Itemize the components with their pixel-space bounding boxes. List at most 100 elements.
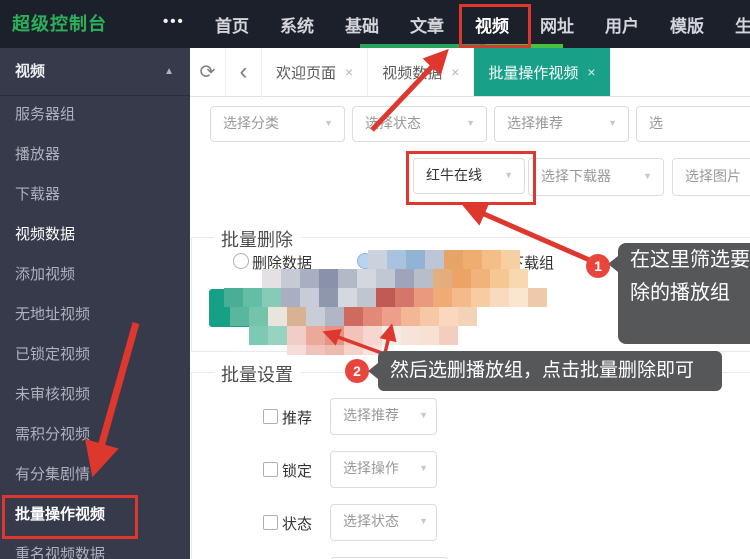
nav-item-基础[interactable]: 基础	[345, 12, 379, 37]
sidebar-item-添加视频[interactable]: 添加视频	[0, 255, 190, 295]
mosaic-pixel	[528, 288, 547, 307]
checkbox-推荐[interactable]	[263, 409, 278, 424]
mosaic-pixel	[287, 326, 306, 345]
image-select[interactable]: 选择图片	[672, 158, 750, 196]
back-chevron-icon[interactable]: ‹	[226, 48, 262, 99]
nav-item-模版[interactable]: 模版	[670, 12, 704, 37]
mosaic-pixel	[444, 250, 463, 269]
tab-批量操作视频[interactable]: 批量操作视频×	[474, 48, 610, 96]
mosaic-pixel	[414, 288, 433, 307]
filter-select-1[interactable]: 选择分类▼	[210, 106, 345, 142]
mosaic-pixel	[439, 307, 458, 326]
mosaic-pixel	[344, 345, 363, 355]
collapse-up-icon[interactable]: ▲	[164, 48, 174, 95]
mosaic-pixel	[344, 326, 363, 345]
checkbox-label-锁定: 锁定	[282, 460, 312, 481]
chevron-down-icon: ▼	[419, 505, 428, 538]
radio-删除数据[interactable]	[233, 253, 249, 269]
filter-select-2[interactable]: 选择状态▼	[352, 106, 487, 142]
mosaic-pixel	[300, 269, 319, 288]
set-select-状态[interactable]: 选择状态 ▼	[330, 504, 437, 541]
app-logo: 超级控制台	[12, 0, 107, 48]
chevron-down-icon: ▼	[419, 399, 428, 432]
mosaic-pixel	[306, 345, 325, 355]
mosaic-pixel	[325, 326, 344, 345]
top-menu: 首页 系统 基础 文章 视频 网址 用户 模版 生成	[215, 0, 750, 48]
chevron-down-icon: ▼	[504, 159, 513, 191]
filter-select-4[interactable]: 选▼	[636, 106, 750, 142]
refresh-icon[interactable]: ⟳	[190, 48, 226, 96]
mosaic-pixel	[306, 326, 325, 345]
sidebar-item-需积分视频[interactable]: 需积分视频	[0, 415, 190, 455]
sidebar-item-视频数据[interactable]: 视频数据	[0, 215, 190, 255]
sidebar: 视频 ▲ 服务器组播放器下载器视频数据添加视频无地址视频已锁定视频未审核视频需积…	[0, 48, 190, 559]
playgroup-select[interactable]: 红牛在线 ▼	[413, 158, 525, 194]
mosaic-pixel	[249, 326, 268, 345]
sidebar-item-重名视频数据[interactable]: 重名视频数据	[0, 535, 190, 559]
mosaic-pixel	[300, 288, 319, 307]
mosaic-pixel	[471, 288, 490, 307]
nav-item-用户[interactable]: 用户	[605, 12, 639, 37]
tab-close-icon[interactable]: ×	[451, 64, 459, 80]
top-navbar: 超级控制台 ••• 首页 系统 基础 文章 视频 网址 用户 模版 生成	[0, 0, 750, 48]
sidebar-item-播放器[interactable]: 播放器	[0, 135, 190, 175]
set-select-锁定[interactable]: 选择操作▼	[330, 451, 437, 488]
mosaic-pixel	[395, 269, 414, 288]
mosaic-pixel	[325, 345, 344, 355]
set-select-推荐[interactable]: 选择推荐 ▼	[330, 398, 437, 435]
nav-item-网址[interactable]: 网址	[540, 12, 574, 37]
menu-dots-icon[interactable]: •••	[163, 0, 185, 48]
mosaic-pixel	[401, 307, 420, 326]
mosaic-pixel	[363, 326, 382, 345]
sidebar-section-header[interactable]: 视频 ▲	[0, 48, 190, 96]
set-select-placeholder: 选择推荐	[343, 407, 399, 423]
mosaic-pixel	[230, 307, 249, 326]
set-select-placeholder: 选择状态	[343, 513, 399, 529]
sidebar-item-有分集剧情[interactable]: 有分集剧情	[0, 455, 190, 495]
checkbox-锁定[interactable]	[263, 462, 278, 477]
nav-item-系统[interactable]: 系统	[280, 12, 314, 37]
mosaic-pixel	[414, 269, 433, 288]
step-1-badge: 1	[586, 254, 610, 278]
mosaic-pixel	[319, 269, 338, 288]
downloader-select[interactable]: 选择下载器 ▼	[528, 158, 664, 196]
mosaic-pixel	[368, 250, 387, 269]
sidebar-item-批量操作视频[interactable]: 批量操作视频	[0, 495, 190, 535]
tab-close-icon[interactable]: ×	[345, 64, 353, 80]
mosaic-pixel	[376, 269, 395, 288]
nav-item-生成[interactable]: 生成	[735, 12, 750, 37]
tab-欢迎页面[interactable]: 欢迎页面×	[262, 48, 368, 96]
tab-close-icon[interactable]: ×	[587, 64, 595, 80]
sidebar-item-无地址视频[interactable]: 无地址视频	[0, 295, 190, 335]
chevron-down-icon: ▼	[643, 159, 652, 193]
mosaic-pixel	[268, 307, 287, 326]
sidebar-item-下载器[interactable]: 下载器	[0, 175, 190, 215]
filter-select-3[interactable]: 选择推荐▼	[494, 106, 629, 142]
mosaic-pixel	[319, 288, 338, 307]
nav-item-文章[interactable]: 文章	[410, 12, 444, 37]
checkbox-状态[interactable]	[263, 515, 278, 530]
playgroup-select-value: 红牛在线	[426, 167, 482, 183]
app-window: 超级控制台 ••• 首页 系统 基础 文章 视频 网址 用户 模版 生成 视频 ▲ 服务器组播放…	[0, 0, 750, 559]
mosaic-pixel	[490, 269, 509, 288]
nav-item-视频[interactable]: 视频	[475, 12, 509, 37]
mosaic-pixel	[363, 307, 382, 326]
sidebar-item-未审核视频[interactable]: 未审核视频	[0, 375, 190, 415]
mosaic-pixel	[420, 326, 439, 345]
sidebar-item-服务器组[interactable]: 服务器组	[0, 95, 190, 135]
mosaic-pixel	[433, 269, 452, 288]
mosaic-pixel	[281, 288, 300, 307]
tab-视频数据[interactable]: 视频数据×	[368, 48, 474, 96]
mosaic-pixel	[224, 288, 243, 307]
mosaic-pixel	[458, 307, 477, 326]
filter-placeholder: 选择状态	[365, 115, 421, 131]
checkbox-label-状态: 状态	[282, 513, 312, 534]
tooltip-2-pointer	[368, 363, 378, 379]
downloader-select-placeholder: 选择下载器	[541, 168, 611, 184]
sidebar-item-已锁定视频[interactable]: 已锁定视频	[0, 335, 190, 375]
mosaic-pixel	[306, 307, 325, 326]
mosaic-pixel	[509, 269, 528, 288]
mosaic-pixel	[401, 326, 420, 345]
filter-placeholder: 选择推荐	[507, 115, 563, 131]
nav-item-首页[interactable]: 首页	[215, 12, 249, 37]
